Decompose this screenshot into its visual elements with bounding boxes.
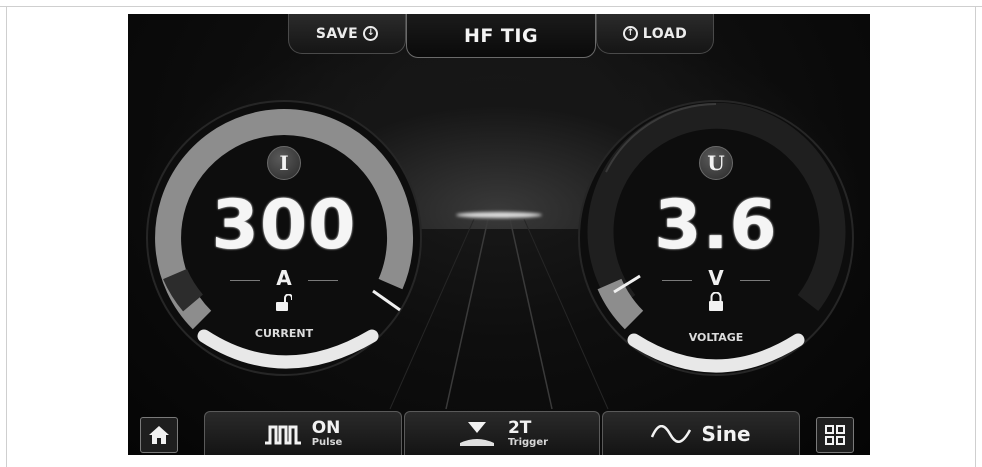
page-border-left bbox=[6, 6, 7, 467]
welder-display: SAVE ↓ HF TIG ↑ LOAD CURRENT I 300 A VOL… bbox=[128, 14, 870, 455]
voltage-symbol-badge: U bbox=[699, 146, 733, 180]
save-button[interactable]: SAVE ↓ bbox=[288, 14, 406, 54]
voltage-gauge[interactable]: VOLTAGE U 3.6 V bbox=[566, 88, 866, 388]
current-unit: A bbox=[276, 266, 292, 290]
horizon-glow bbox=[456, 212, 542, 218]
trigger-button[interactable]: 2T Trigger bbox=[404, 411, 600, 455]
menu-button[interactable] bbox=[816, 417, 854, 453]
load-button[interactable]: ↑ LOAD bbox=[596, 14, 714, 54]
voltage-value: 3.6 bbox=[654, 186, 778, 265]
locked-padlock-icon[interactable] bbox=[708, 292, 724, 312]
waveform-button[interactable]: Sine bbox=[602, 411, 800, 455]
pulse-label: Pulse bbox=[311, 436, 343, 448]
voltage-unit: V bbox=[708, 266, 724, 290]
mode-title-tab[interactable]: HF TIG bbox=[406, 14, 596, 58]
home-icon bbox=[149, 426, 169, 444]
current-symbol-badge: I bbox=[267, 146, 301, 180]
home-button[interactable] bbox=[140, 417, 178, 453]
unlocked-padlock-icon[interactable] bbox=[276, 294, 292, 312]
waveform-label: Sine bbox=[701, 421, 751, 446]
load-label: LOAD bbox=[642, 25, 688, 42]
page-border-right bbox=[975, 6, 976, 467]
page-border-top bbox=[0, 6, 982, 7]
pulse-wave-icon bbox=[264, 425, 301, 444]
voltage-unit-line-right bbox=[740, 280, 770, 281]
current-unit-line-right bbox=[308, 280, 338, 281]
mode-title: HF TIG bbox=[463, 24, 539, 47]
pulse-state: ON bbox=[311, 417, 341, 438]
trigger-mode: 2T bbox=[507, 417, 532, 438]
download-circle-icon: ↓ bbox=[363, 26, 379, 41]
upload-circle-icon: ↑ bbox=[622, 26, 638, 41]
grid-menu-icon bbox=[825, 425, 845, 445]
current-gauge[interactable]: CURRENT I 300 A bbox=[134, 88, 434, 388]
voltage-label-text: VOLTAGE bbox=[689, 331, 744, 344]
save-label: SAVE bbox=[315, 25, 359, 42]
pulse-button[interactable]: ON Pulse bbox=[204, 411, 402, 455]
current-label-text: CURRENT bbox=[255, 327, 314, 340]
trigger-label: Trigger bbox=[507, 436, 549, 448]
sine-wave-icon bbox=[651, 424, 692, 443]
trigger-icon bbox=[459, 421, 494, 446]
current-value: 300 bbox=[211, 186, 357, 265]
